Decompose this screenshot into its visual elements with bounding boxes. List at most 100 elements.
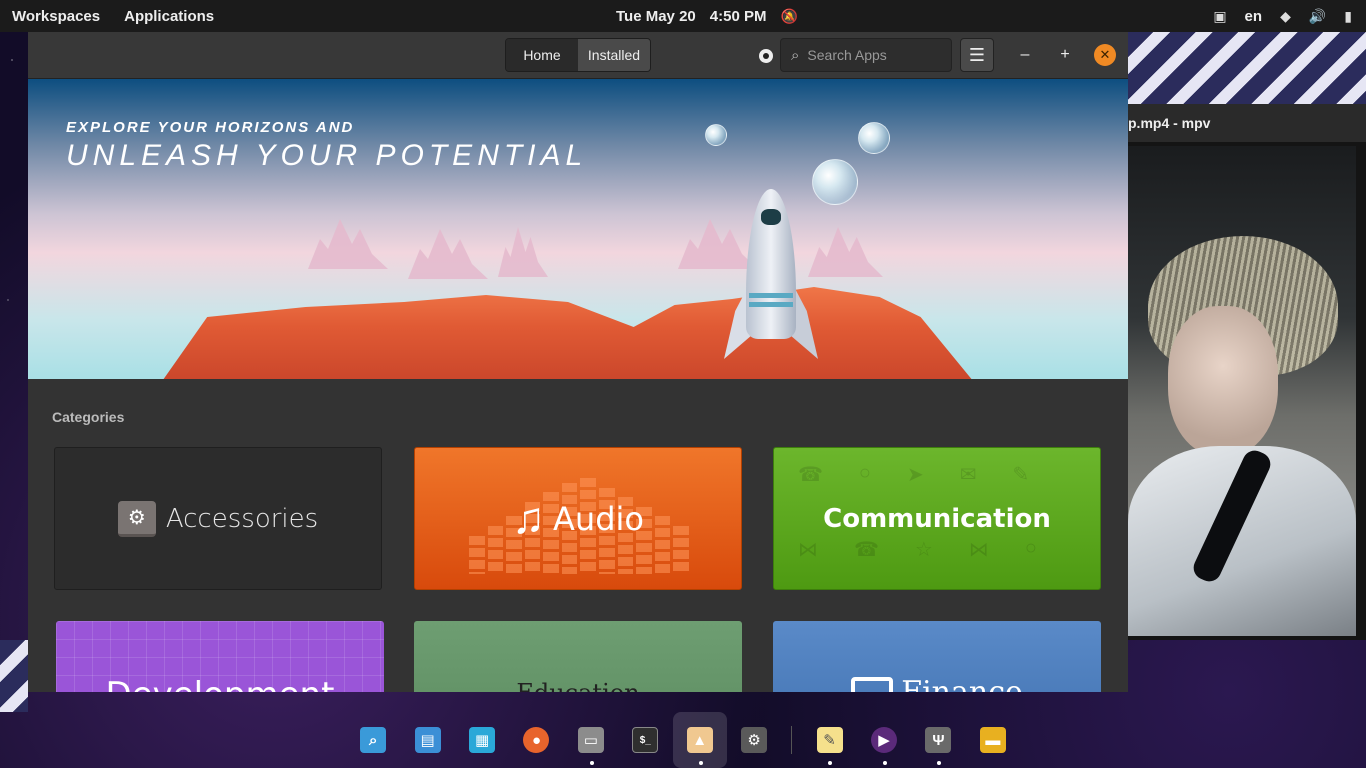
dock-multitasking-view[interactable]: ▤ <box>400 712 454 768</box>
notifications-muted-icon[interactable]: 🔕 <box>780 8 797 25</box>
running-indicator <box>882 761 887 765</box>
banner-mesa <box>158 287 978 379</box>
dock-applications-grid[interactable]: ▦ <box>455 712 509 768</box>
running-indicator <box>698 761 703 765</box>
shopping-bag-icon: ▲ <box>686 727 713 753</box>
dock-usb-installer[interactable]: Ψ <box>911 712 965 768</box>
banner-bubble <box>705 124 727 146</box>
banner-peaks <box>808 227 883 277</box>
workspaces-button[interactable]: Workspaces <box>12 8 100 25</box>
mpv-title[interactable]: p.mp4 - mpv <box>1128 104 1366 142</box>
category-audio[interactable]: ♫ Audio <box>414 447 742 590</box>
star-icon: ☆ <box>914 538 933 561</box>
datetime-indicator[interactable]: Tue May 20 4:50 PM 🔕 <box>616 0 798 32</box>
wallpaper-stripes <box>1128 32 1366 104</box>
terminal-icon: $_ <box>632 727 659 753</box>
lightbulb-icon: ○ <box>858 462 872 484</box>
text-editor-icon: ✎ <box>816 727 843 753</box>
tab-installed[interactable]: Installed <box>578 39 650 71</box>
volume-icon[interactable]: 🔊 <box>1309 8 1326 25</box>
dock-text-editor[interactable]: ✎ <box>802 712 856 768</box>
category-development[interactable]: Development <box>56 621 384 692</box>
finance-icon <box>851 677 894 692</box>
menu-button[interactable]: ☰ <box>960 38 994 72</box>
gear-icon: ⚙ <box>741 727 768 753</box>
play-icon: ▶ <box>870 727 897 753</box>
search-input[interactable] <box>807 47 938 63</box>
multitasking-icon: ▤ <box>414 727 441 753</box>
updates-indicator-icon[interactable] <box>759 49 773 63</box>
featured-banner[interactable]: EXPLORE YOUR HORIZONS AND UNLEASH YOUR P… <box>28 79 1128 379</box>
grid-icon: ▦ <box>469 727 496 753</box>
dock-firefox[interactable]: ● <box>509 712 563 768</box>
running-indicator <box>828 761 833 765</box>
dock-settings[interactable]: ⚙ <box>727 712 781 768</box>
rocket-window <box>761 209 781 225</box>
search-icon: ⌕ <box>791 46 800 64</box>
firefox-icon: ● <box>523 727 550 753</box>
tab-home[interactable]: Home <box>506 39 578 71</box>
wallpaper-stripes-left <box>0 640 28 712</box>
banner-peaks <box>498 227 548 277</box>
category-label: Finance <box>901 675 1023 692</box>
eq-bar <box>487 526 504 574</box>
category-label: Development <box>106 675 335 692</box>
category-label: Communication <box>823 503 1051 534</box>
dock-search-app[interactable]: ⌕ <box>346 712 400 768</box>
minimize-button[interactable]: – <box>1014 44 1036 66</box>
keyboard-layout-indicator[interactable]: en <box>1245 8 1263 25</box>
banner-bubble <box>812 159 858 205</box>
applications-button[interactable]: Applications <box>124 8 214 25</box>
folder-icon: ▭ <box>577 727 604 753</box>
banner-peaks <box>408 229 488 279</box>
accessories-icon: ⚙ <box>117 500 156 537</box>
eq-bar <box>654 516 671 574</box>
wifi-icon[interactable]: ◆ <box>1280 8 1291 25</box>
view-switcher: Home Installed <box>505 38 651 72</box>
category-communication[interactable]: ☎ ○ ➤ ✉ ✎ ⋈ ☎ ☆ ⋈ ○ Communication <box>773 447 1101 590</box>
eq-bar <box>469 535 485 574</box>
magnifier-icon: ⌕ <box>360 727 387 753</box>
dock-files[interactable]: ▭ <box>564 712 618 768</box>
banner-bubble <box>858 122 890 154</box>
maximize-icon: + <box>1060 46 1070 63</box>
dock-app-center[interactable]: ▲ <box>672 712 727 768</box>
share-icon: ⋈ <box>798 538 818 561</box>
banner-line1: EXPLORE YOUR HORIZONS AND <box>66 119 355 136</box>
category-accessories[interactable]: ⚙ Accessories <box>54 447 382 590</box>
music-note-icon: ♫ <box>512 493 546 543</box>
banner-peaks <box>678 219 758 269</box>
close-button[interactable]: ✕ <box>1094 44 1116 66</box>
search-box[interactable]: ⌕ <box>780 38 952 72</box>
time-label: 4:50 PM <box>709 7 767 25</box>
document-icon: ▬ <box>979 727 1006 753</box>
mpv-window[interactable]: p.mp4 - mpv <box>1128 104 1366 640</box>
phone-icon: ☎ <box>798 464 823 486</box>
category-finance[interactable]: Finance <box>773 621 1101 692</box>
video-frame[interactable] <box>1128 146 1356 636</box>
dock-terminal[interactable]: $_ <box>618 712 672 768</box>
banner-peaks <box>308 219 388 269</box>
date-label: Tue May 20 <box>616 7 696 25</box>
banner-line2: UNLEASH YOUR POTENTIAL <box>66 139 588 172</box>
running-indicator <box>937 761 942 765</box>
minimize-icon: – <box>1020 46 1030 63</box>
running-indicator <box>589 761 594 765</box>
maximize-button[interactable]: + <box>1054 44 1076 66</box>
send-icon: ➤ <box>907 464 924 486</box>
category-label: Education <box>516 679 639 692</box>
hamburger-icon: ☰ <box>968 44 986 65</box>
dock-document-viewer[interactable]: ▬ <box>966 712 1020 768</box>
dock-mpv[interactable]: ▶ <box>857 712 911 768</box>
app-center-window: Home Installed ⌕ ☰ – + ✕ EXPLORE YOUR HO… <box>28 32 1128 692</box>
dock: ⌕ ▤ ▦ ● ▭ $_ ▲ ⚙ ✎ ▶ Ψ ▬ <box>346 712 1020 768</box>
dock-separator <box>791 726 793 754</box>
rocket-illustration <box>746 189 796 339</box>
rocket-stripe <box>749 302 793 307</box>
top-panel: Workspaces Applications Tue May 20 4:50 … <box>0 0 1366 32</box>
category-education[interactable]: Education <box>414 621 742 692</box>
usb-icon: Ψ <box>925 727 952 753</box>
battery-icon[interactable]: ▮ <box>1344 8 1352 25</box>
headerbar: Home Installed ⌕ ☰ – + ✕ <box>28 32 1128 79</box>
display-icon[interactable]: ▣ <box>1213 8 1226 25</box>
